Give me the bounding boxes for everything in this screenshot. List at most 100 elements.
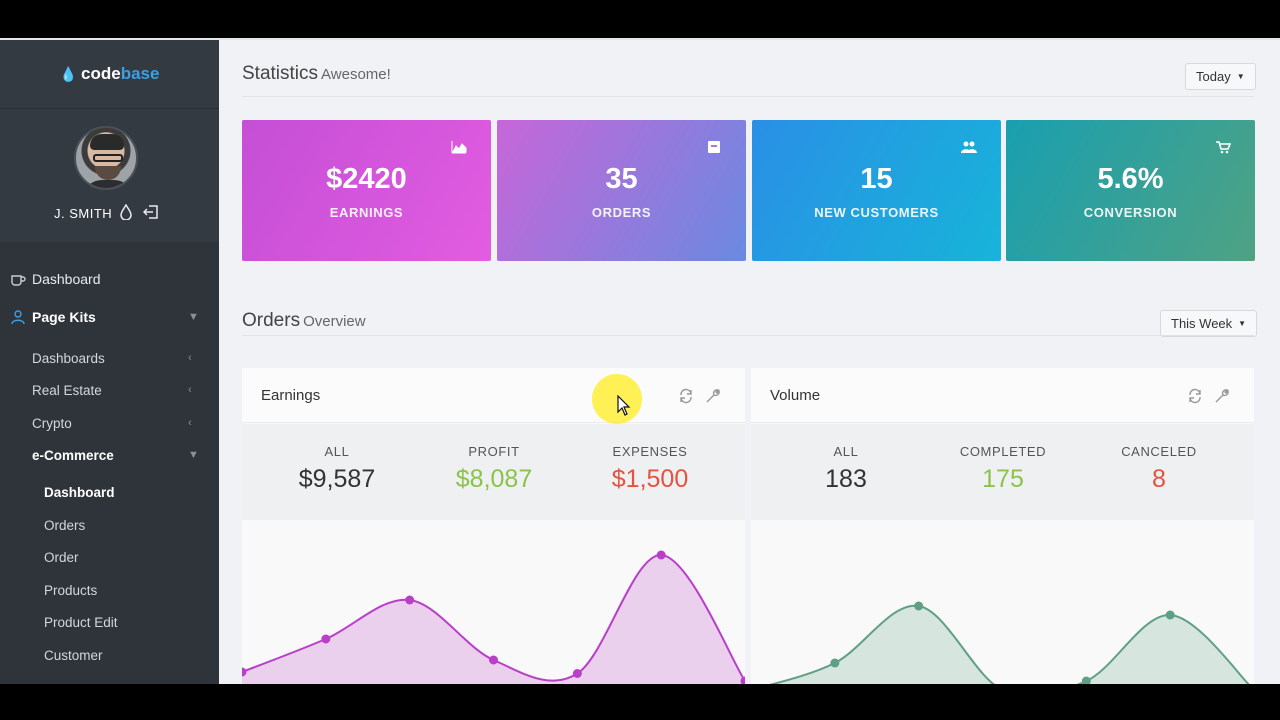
divider (242, 335, 1254, 336)
video-letterbox-top (0, 0, 1280, 38)
brand-logo[interactable]: 💧 code base (0, 40, 219, 108)
sidebar-item-label: Page Kits (32, 309, 96, 325)
chart-point[interactable] (1165, 610, 1175, 620)
stat-card-orders[interactable]: 35 ORDERS (497, 120, 746, 261)
kpi-label: EXPENSES (612, 444, 688, 459)
kpi-label: COMPLETED (959, 444, 1047, 459)
stat-value: 35 (605, 163, 638, 195)
chevron-left-icon: ‹ (188, 384, 192, 396)
sidebar-item-label: Order (44, 549, 79, 565)
flame-icon: 💧 (59, 65, 77, 82)
refresh-icon[interactable] (1187, 388, 1203, 404)
users-icon (961, 141, 977, 153)
sidebar-item-ec-dashboard[interactable]: Dashboard (0, 477, 219, 507)
chart-point[interactable] (1081, 676, 1091, 685)
sidebar-item-label: Orders (44, 517, 86, 533)
sidebar-item-dashboard[interactable]: Dashboard (0, 264, 219, 294)
stat-label: EARNINGS (329, 205, 404, 220)
chevron-left-icon: ‹ (188, 352, 192, 364)
stat-value: $2420 (326, 163, 407, 195)
sidebar-item-product-edit[interactable]: Product Edit (0, 607, 219, 637)
chart-area (242, 554, 745, 684)
logout-icon[interactable] (143, 204, 159, 220)
statistics-heading: Statistics Awesome! (242, 63, 391, 85)
sidebar-item-label: Dashboard (44, 484, 115, 500)
wrench-icon[interactable] (1214, 388, 1230, 404)
chart-point[interactable] (321, 634, 331, 644)
orders-title: Orders (242, 310, 301, 331)
statistics-range-label: Today (1196, 69, 1231, 84)
orders-subtitle: Overview (303, 313, 366, 330)
kpi-all: ALL $9,587 (257, 444, 417, 494)
stat-card-conversion[interactable]: 5.6% CONVERSION (1006, 120, 1255, 261)
inbox-icon (708, 141, 720, 153)
stat-card-earnings[interactable]: $2420 EARNINGS (242, 120, 491, 261)
stat-card-new-customers[interactable]: 15 NEW CUSTOMERS (752, 120, 1001, 261)
volume-chart (769, 601, 1250, 685)
chart-point[interactable] (405, 595, 415, 605)
stat-label: NEW CUSTOMERS (814, 205, 939, 220)
sidebar-item-products[interactable]: Products (0, 575, 219, 605)
kpi-value: $8,087 (455, 465, 533, 493)
statistics-range-dropdown[interactable]: Today ▼ (1185, 63, 1256, 90)
sidebar-item-dashboards[interactable]: Dashboards ‹ (0, 343, 219, 373)
orders-heading: Orders Overview (242, 310, 366, 332)
sidebar-item-label: e-Commerce (32, 447, 114, 463)
chart-point[interactable] (572, 669, 582, 678)
chart-point[interactable] (830, 658, 840, 668)
sidebar-item-orders[interactable]: Orders (0, 510, 219, 540)
stat-value: 15 (860, 163, 893, 195)
kpi-completed: COMPLETED 175 (923, 444, 1083, 494)
sidebar-item-page-kits[interactable]: Page Kits ▼ (0, 302, 219, 332)
users-icon (11, 310, 25, 325)
kpi-label: ALL (833, 444, 859, 459)
wrench-icon[interactable] (705, 388, 721, 404)
video-letterbox-bottom (0, 684, 1280, 720)
chart-point[interactable] (656, 550, 666, 560)
sidebar-item-label: Dashboard (32, 271, 101, 287)
sidebar-item-real-estate[interactable]: Real Estate ‹ (0, 375, 219, 405)
sidebar-item-crypto[interactable]: Crypto ‹ (0, 408, 219, 438)
earnings-chart (242, 550, 745, 684)
coffee-icon (11, 275, 26, 286)
sidebar-item-customer[interactable]: Customer (0, 640, 219, 670)
orders-range-dropdown[interactable]: This Week ▼ (1160, 310, 1258, 337)
theme-drop-icon[interactable] (119, 204, 133, 220)
statistics-title: Statistics (242, 63, 319, 84)
sidebar-item-label: Customer (44, 647, 103, 663)
sidebar-item-label: Crypto (32, 415, 72, 431)
kpi-canceled: CANCELED 8 (1079, 444, 1239, 494)
kpi-value: 175 (982, 465, 1024, 493)
card-header: Earnings (242, 368, 745, 423)
volume-kpis: ALL 183 COMPLETED 175 CANCELED 8 (751, 424, 1254, 520)
sidebar-item-ecommerce[interactable]: e-Commerce ▼ (0, 440, 219, 470)
caret-down-icon: ▼ (1238, 319, 1247, 328)
stat-label: CONVERSION (1083, 205, 1178, 220)
chevron-down-icon: ▼ (188, 311, 199, 323)
kpi-value: 183 (825, 465, 867, 493)
sidebar-item-label: Product Edit (44, 614, 118, 630)
kpi-label: CANCELED (1121, 444, 1197, 459)
card-title: Earnings (261, 387, 321, 404)
stat-value: 5.6% (1097, 163, 1164, 195)
earnings-kpis: ALL $9,587 PROFIT $8,087 EXPENSES $1,500 (242, 424, 745, 520)
statistics-subtitle: Awesome! (321, 66, 391, 83)
main-content: Statistics Awesome! Today ▼ $2420 EARNINGS… (219, 40, 1280, 684)
cart-icon (1216, 141, 1231, 154)
refresh-icon[interactable] (678, 388, 694, 404)
kpi-label: ALL (324, 444, 350, 459)
sidebar-item-order[interactable]: Order (0, 542, 219, 572)
earnings-card: Earnings ALL $9,587 PROFIT $8,087 EXPENS… (242, 368, 745, 684)
chart-point[interactable] (489, 655, 498, 665)
kpi-profit: PROFIT $8,087 (414, 444, 574, 494)
kpi-value: $1,500 (611, 465, 689, 493)
app-window: 💧 code base J. SMITH Dashboard Page Kits… (0, 38, 1280, 684)
chevron-left-icon: ‹ (188, 417, 192, 429)
stat-label: ORDERS (591, 205, 652, 220)
kpi-label: PROFIT (468, 444, 520, 459)
card-header: Volume (751, 368, 1254, 423)
chart-point[interactable] (914, 601, 924, 611)
kpi-all: ALL 183 (766, 444, 926, 494)
kpi-value: $9,587 (298, 465, 376, 493)
avatar[interactable] (74, 126, 138, 190)
